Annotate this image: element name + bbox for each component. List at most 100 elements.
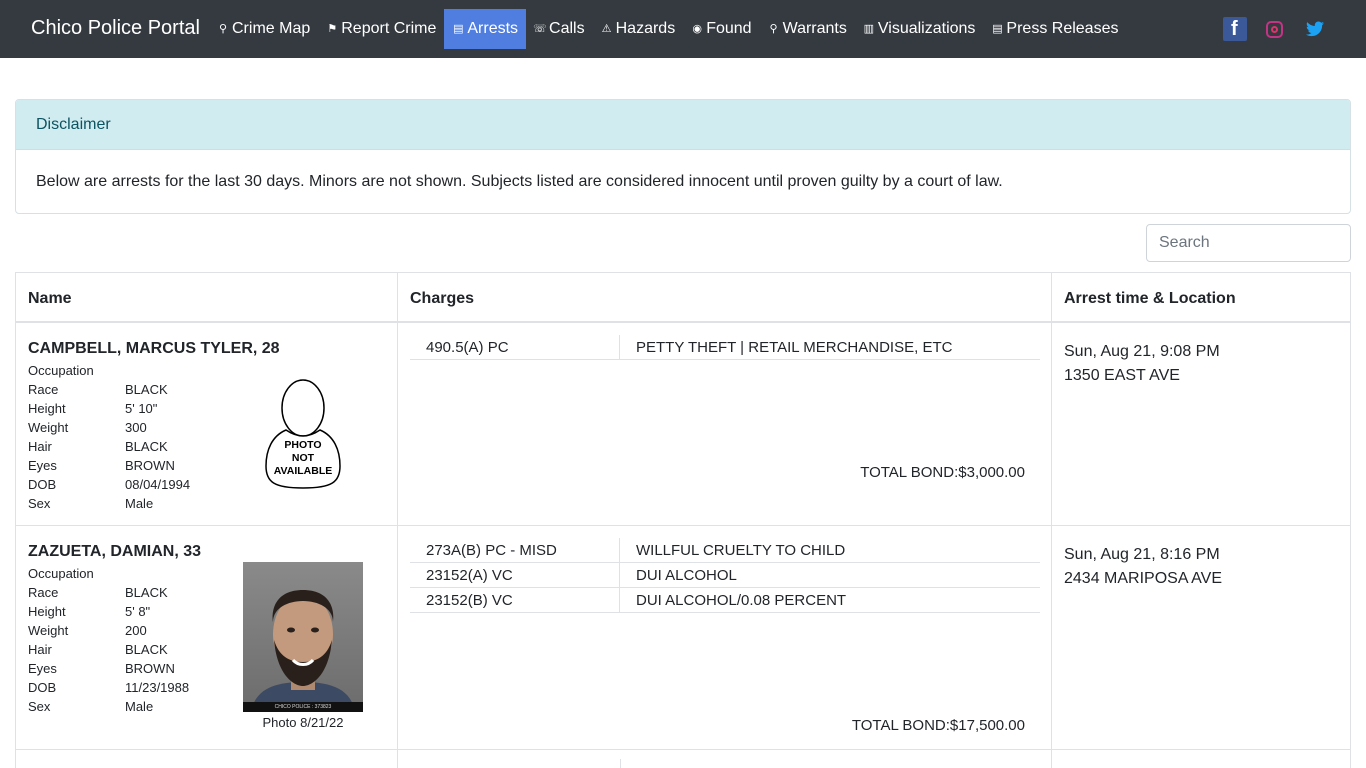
map-marker-icon: ⚲ — [218, 22, 228, 35]
instagram-icon[interactable] — [1266, 21, 1283, 38]
attr-value: BLACK — [125, 642, 168, 657]
disclaimer-card: Disclaimer Below are arrests for the las… — [15, 99, 1351, 214]
person-name: ZAZUETA, DAMIAN, 33 — [28, 543, 202, 560]
charge-divider — [620, 759, 621, 768]
attr-label: Eyes — [28, 458, 57, 473]
facebook-icon[interactable]: f — [1223, 17, 1247, 41]
attr-label: Hair — [28, 642, 52, 657]
nav-label: Warrants — [782, 20, 847, 37]
attr-value: 300 — [125, 420, 147, 435]
phone-icon: ☏ — [533, 22, 547, 35]
charges-list: 490.5(A) PC PETTY THEFT | RETAIL MERCHAND… — [410, 335, 1040, 360]
occupation-label: Occupation — [28, 363, 94, 378]
compass-icon: ◉ — [692, 22, 702, 35]
nav-label: Hazards — [615, 20, 676, 37]
column-header-time[interactable]: Arrest time & Location — [1052, 273, 1350, 323]
top-navbar: Chico Police Portal ⚲ Crime Map ⚑ Report C… — [0, 0, 1366, 58]
attr-value: 08/04/1994 — [125, 477, 191, 492]
nav-calls[interactable]: ☏ Calls — [526, 9, 593, 49]
id-card-icon: ▤ — [453, 22, 464, 35]
nav-arrests[interactable]: ▤ Arrests — [444, 9, 527, 49]
disclaimer-text: Below are arrests for the last 30 days. … — [36, 173, 1003, 190]
nav-label: Found — [706, 20, 752, 37]
table-row — [16, 750, 1350, 768]
nav-warrants[interactable]: ⚲ Warrants — [760, 9, 855, 49]
nav-report-crime[interactable]: ⚑ Report Crime — [318, 9, 444, 49]
attr-value: BLACK — [125, 439, 168, 454]
arrests-table: Name Charges Arrest time & Location CAMP… — [15, 272, 1351, 768]
warning-icon: ⚠ — [601, 22, 612, 35]
attr-value: BROWN — [125, 458, 175, 473]
chart-icon: ▥ — [863, 22, 875, 35]
person-name: CAMPBELL, MARCUS TYLER, 28 — [28, 340, 280, 357]
nav-label: Calls — [549, 20, 585, 37]
charge-description: WILLFUL CRUELTY TO CHILD — [636, 542, 846, 559]
arrest-location: 2434 MARIPOSA AVE — [1064, 570, 1223, 587]
attr-label: Height — [28, 401, 66, 416]
nav-label: Crime Map — [232, 20, 311, 37]
attr-value: BLACK — [125, 382, 168, 397]
total-bond: TOTAL BOND:$3,000.00 — [860, 464, 1025, 481]
attr-value: 11/23/1988 — [125, 680, 190, 695]
attr-label: Race — [28, 382, 59, 397]
table-row: CAMPBELL, MARCUS TYLER, 28 Occupation Ra… — [16, 323, 1350, 525]
charge-description: DUI ALCOHOL — [636, 567, 737, 584]
charge-code: 23152(B) VC — [426, 592, 513, 609]
nav-label: Press Releases — [1006, 20, 1119, 37]
twitter-icon[interactable] — [1306, 21, 1324, 37]
nav-found[interactable]: ◉ Found — [683, 9, 759, 49]
attr-value: 5' 10" — [125, 401, 158, 416]
mugshot-tag: CHICO POLICE : 373823 — [243, 702, 363, 712]
disclaimer-title: Disclaimer — [16, 100, 1350, 150]
attr-label: Sex — [28, 699, 51, 714]
nav-visualizations[interactable]: ▥ Visualizations — [855, 9, 984, 49]
photo-na-line: PHOTO — [284, 439, 321, 451]
total-bond: TOTAL BOND:$17,500.00 — [851, 717, 1025, 734]
charges-list: 273A(B) PC - MISD WILLFUL CRUELTY TO CHIL… — [410, 538, 1040, 613]
attr-value: BLACK — [125, 585, 168, 600]
attr-label: DOB — [28, 477, 57, 492]
charge-code: 23152(A) VC — [426, 567, 513, 584]
facebook-glyph: f — [1231, 18, 1238, 40]
photo-not-available-icon: PHOTO NOT AVAILABLE — [265, 379, 341, 489]
brand-link[interactable]: Chico Police Portal — [31, 17, 200, 40]
attr-label: Weight — [28, 420, 69, 435]
charge-row: 490.5(A) PC PETTY THEFT | RETAIL MERCHAND… — [410, 335, 1040, 360]
charge-row: 23152(A) VC DUI ALCOHOL — [410, 563, 1040, 588]
column-header-charges[interactable]: Charges — [398, 273, 1051, 323]
charge-row: 273A(B) PC - MISD WILLFUL CRUELTY TO CHIL… — [410, 538, 1040, 563]
mugshot-photo[interactable]: CHICO POLICE : 373823 — [243, 562, 363, 712]
attr-value: Male — [125, 699, 154, 714]
attr-value: 5' 8" — [125, 604, 151, 619]
arrest-time-location: Sun, Aug 21, 9:08 PM 1350 EAST AVE — [1064, 340, 1220, 388]
nav-crime-map[interactable]: ⚲ Crime Map — [209, 9, 318, 49]
attr-value: BROWN — [125, 661, 175, 676]
arrest-time-location: Sun, Aug 21, 8:16 PM 2434 MARIPOSA AVE — [1064, 543, 1222, 591]
charge-description: PETTY THEFT | RETAIL MERCHANDISE, ETC — [636, 339, 953, 356]
mugshot-figure — [251, 590, 355, 712]
photo-na-line: NOT — [292, 452, 315, 464]
column-header-name[interactable]: Name — [16, 273, 397, 323]
nav-hazards[interactable]: ⚠ Hazards — [593, 9, 684, 49]
search-input[interactable] — [1146, 224, 1351, 262]
attr-label: Eyes — [28, 661, 57, 676]
attr-label: Height — [28, 604, 66, 619]
charge-code: 490.5(A) PC — [426, 339, 509, 356]
arrest-time: Sun, Aug 21, 8:16 PM — [1064, 546, 1220, 563]
newspaper-icon: ▤ — [992, 22, 1003, 35]
arrest-time: Sun, Aug 21, 9:08 PM — [1064, 343, 1220, 360]
arrest-location: 1350 EAST AVE — [1064, 367, 1180, 384]
nav-label: Arrests — [467, 20, 519, 37]
attr-value: 200 — [125, 623, 147, 638]
nav-press-releases[interactable]: ▤ Press Releases — [983, 9, 1126, 49]
charge-code: 273A(B) PC - MISD — [426, 542, 557, 559]
photo-caption: Photo 8/21/22 — [262, 715, 344, 730]
table-row: ZAZUETA, DAMIAN, 33 Occupation Race BLACK… — [16, 526, 1350, 749]
main-nav: ⚲ Crime Map ⚑ Report Crime ▤ Arrests ☏ Calls… — [209, 9, 1126, 49]
search-icon: ⚲ — [769, 22, 778, 35]
attr-value: Male — [125, 496, 154, 511]
charge-description: DUI ALCOHOL/0.08 PERCENT — [636, 592, 847, 609]
charge-row: 23152(B) VC DUI ALCOHOL/0.08 PERCENT — [410, 588, 1040, 613]
occupation-label: Occupation — [28, 566, 94, 581]
attr-label: DOB — [28, 680, 57, 695]
